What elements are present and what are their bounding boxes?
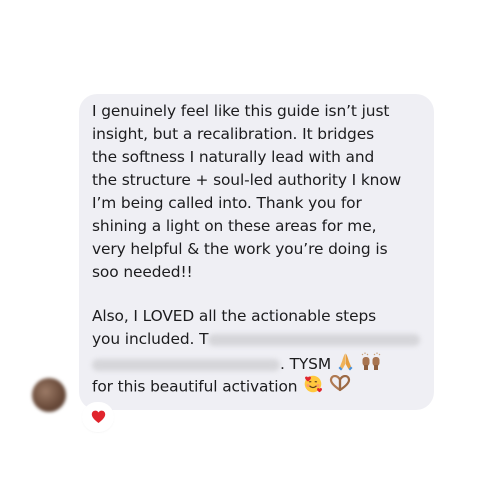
message-line: Also, I LOVED all the actionable steps <box>92 307 377 325</box>
message-line: the softness I naturally lead with and <box>92 148 375 166</box>
reaction-badge[interactable] <box>84 404 112 430</box>
message-line: shining a light on these areas for me, <box>92 217 377 235</box>
message-paragraph-1: I genuinely feel like this guide isn’t j… <box>92 100 424 284</box>
message-line: soo needed!! <box>92 263 193 281</box>
redacted-text-blur <box>208 333 421 346</box>
sender-avatar[interactable] <box>32 378 66 412</box>
message-line-text: . TYSM <box>280 355 332 373</box>
chat-screen: I genuinely feel like this guide isn’t j… <box>0 0 500 500</box>
message-line: insight, but a recalibration. It bridges <box>92 125 375 143</box>
raising-hands-icon <box>360 351 382 378</box>
message-line-partially-redacted: you included. T <box>92 328 424 351</box>
message-line: very helpful & the work you’re doing is <box>92 240 388 258</box>
received-message-bubble[interactable]: I genuinely feel like this guide isn’t j… <box>79 94 434 410</box>
message-line: I’m being called into. Thank you for <box>92 194 362 212</box>
message-line: I genuinely feel like this guide isn’t j… <box>92 102 390 120</box>
message-line-partially-redacted: . TYSM <box>92 351 424 374</box>
smiling-face-with-hearts-icon <box>303 374 323 400</box>
heart-hands-icon <box>329 374 351 399</box>
message-line-text: for this beautiful activation <box>92 377 298 396</box>
redacted-text-blur <box>92 358 280 371</box>
red-heart-icon <box>91 410 105 423</box>
message-paragraph-2: Also, I LOVED all the actionable steps y… <box>92 305 424 397</box>
message-line-text: you included. T <box>92 330 209 348</box>
message-line: the structure + soul-led authority I kno… <box>92 171 402 189</box>
